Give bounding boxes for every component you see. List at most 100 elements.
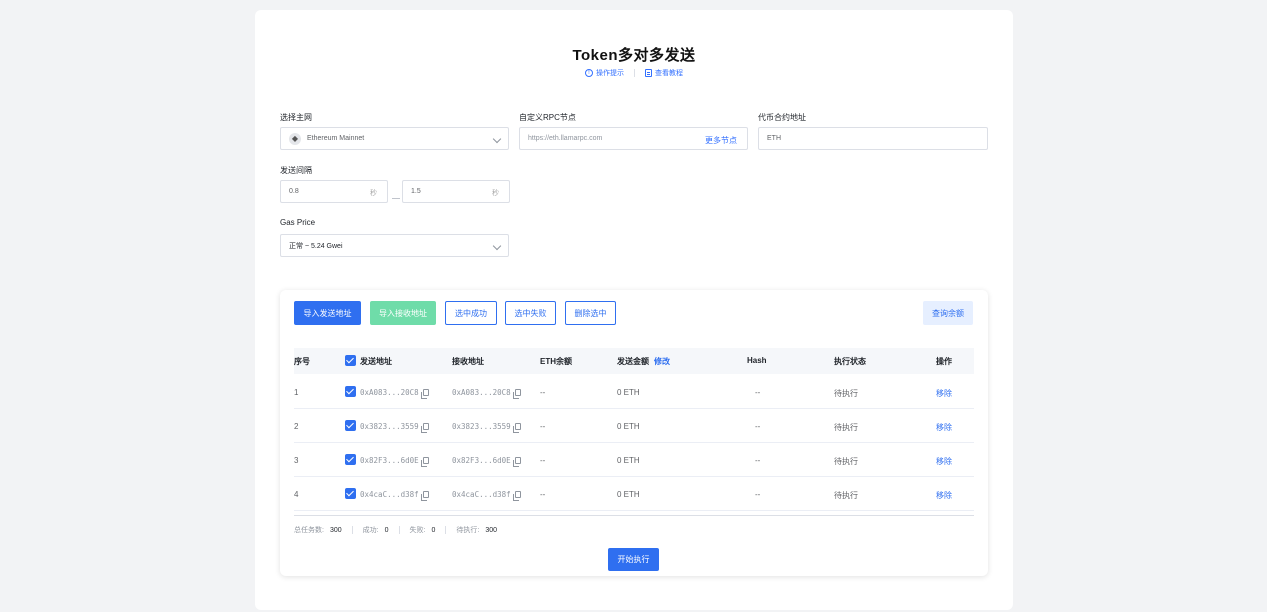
send-amount: 0 ETH [617, 422, 640, 431]
import-receive-button[interactable]: 导入接收地址 [370, 301, 436, 325]
remove-link[interactable]: 移除 [936, 422, 952, 433]
header-links: ! 操作提示 查看教程 [255, 68, 1013, 78]
copy-icon[interactable] [512, 423, 521, 433]
tips-link-label: 操作提示 [596, 70, 624, 77]
hash-value: -- [755, 388, 761, 397]
send-amount: 0 ETH [617, 388, 640, 397]
table-row: 2 0x3823...3559 0x3823...3559 -- 0 ETH -… [294, 409, 974, 443]
chevron-down-icon [492, 241, 502, 251]
send-address-text: 0xA083...20C8 [360, 388, 419, 397]
remove-link[interactable]: 移除 [936, 456, 952, 467]
gas-price-label: Gas Price [280, 218, 316, 227]
receive-address: 0x3823...3559 [452, 422, 521, 433]
divider [634, 69, 635, 77]
check-balance-button[interactable]: 查询余额 [923, 301, 973, 325]
rpc-label: 自定义RPC节点 [519, 113, 576, 122]
divider [445, 526, 447, 534]
import-send-button[interactable]: 导入发送地址 [294, 301, 361, 325]
send-address-text: 0x82F3...6d0E [360, 456, 419, 465]
table-scrollbar[interactable] [294, 515, 974, 516]
interval-max-unit: 秒 [492, 190, 499, 197]
col-send-address: 发送地址 [360, 357, 392, 366]
send-address: 0x3823...3559 [360, 422, 429, 433]
contract-value: ETH [767, 135, 781, 142]
send-amount: 0 ETH [617, 490, 640, 499]
remove-link[interactable]: 移除 [936, 490, 952, 501]
main-card: Token多对多发送 ! 操作提示 查看教程 选择主网 ◆ Ethereum M… [255, 10, 1013, 610]
row-checkbox[interactable] [345, 386, 356, 397]
divider [398, 526, 400, 534]
col-index: 序号 [294, 357, 310, 366]
gas-price-select[interactable]: 正常 ~ 5.24 Gwei [280, 234, 509, 257]
copy-icon[interactable] [420, 457, 429, 467]
start-button[interactable]: 开始执行 [608, 548, 659, 571]
copy-icon[interactable] [512, 491, 521, 501]
eth-balance: -- [540, 388, 546, 397]
pending-count: 300 [485, 526, 497, 534]
row-checkbox[interactable] [345, 454, 356, 465]
network-value: Ethereum Mainnet [307, 135, 365, 142]
status-text: 待执行 [834, 389, 858, 398]
row-index: 3 [294, 456, 299, 465]
row-checkbox[interactable] [345, 488, 356, 499]
ethereum-icon: ◆ [289, 132, 301, 145]
copy-icon[interactable] [512, 389, 521, 399]
table-row: 4 0x4caC...d38f 0x4caC...d38f -- 0 ETH -… [294, 477, 974, 511]
select-failed-button[interactable]: 选中失败 [505, 301, 556, 325]
tips-link[interactable]: ! 操作提示 [585, 68, 624, 78]
col-receive-address: 接收地址 [452, 357, 484, 366]
interval-min-unit: 秒 [370, 190, 377, 197]
total-count: 300 [329, 526, 342, 534]
rpc-input[interactable]: https://eth.llamarpc.com 更多节点 [519, 127, 748, 150]
failed-label: 失败: [409, 527, 426, 534]
gas-price-value: 正常 ~ 5.24 Gwei [289, 242, 343, 250]
send-address: 0x82F3...6d0E [360, 456, 429, 467]
hash-value: -- [755, 490, 761, 499]
hash-value: -- [755, 456, 761, 465]
row-index: 2 [294, 422, 299, 431]
interval-max-input[interactable]: 1.5 秒 [402, 180, 510, 203]
receive-address: 0x82F3...6d0E [452, 456, 521, 467]
select-success-button[interactable]: 选中成功 [445, 301, 497, 325]
hash-value: -- [755, 422, 761, 431]
eth-balance: -- [540, 490, 546, 499]
network-select[interactable]: ◆ Ethereum Mainnet [280, 127, 509, 150]
failed-count: 0 [431, 526, 436, 534]
eth-balance: -- [540, 422, 546, 431]
range-separator [392, 198, 400, 199]
receive-address-text: 0xA083...20C8 [452, 388, 511, 397]
table-header: 序号 发送地址 接收地址 ETH余额 发送金额 修改 Hash 执行状态 操作 [294, 348, 974, 374]
status-text: 待执行 [834, 457, 858, 466]
copy-icon[interactable] [512, 457, 521, 467]
col-eth-balance: ETH余额 [540, 357, 572, 366]
rpc-placeholder: https://eth.llamarpc.com [528, 135, 603, 142]
receive-address-text: 0x4caC...d38f [452, 490, 511, 499]
contract-input[interactable]: ETH [758, 127, 988, 150]
edit-amount-link[interactable]: 修改 [654, 356, 670, 367]
copy-icon[interactable] [420, 389, 429, 399]
col-amount: 发送金额 [617, 357, 649, 366]
document-icon [645, 69, 652, 77]
delete-selected-button[interactable]: 删除选中 [565, 301, 616, 325]
copy-icon[interactable] [420, 491, 429, 501]
tutorial-link[interactable]: 查看教程 [645, 68, 683, 78]
col-hash: Hash [747, 356, 767, 365]
row-index: 1 [294, 388, 299, 397]
receive-address-text: 0x3823...3559 [452, 422, 511, 431]
interval-min-input[interactable]: 0.8 秒 [280, 180, 388, 203]
row-checkbox[interactable] [345, 420, 356, 431]
send-address: 0x4caC...d38f [360, 490, 429, 501]
contract-label: 代币合约地址 [758, 113, 806, 122]
remove-link[interactable]: 移除 [936, 388, 952, 399]
tutorial-link-label: 查看教程 [655, 70, 683, 77]
network-label: 选择主网 [280, 113, 312, 122]
send-address-text: 0x3823...3559 [360, 422, 419, 431]
more-nodes-link[interactable]: 更多节点 [705, 135, 737, 146]
col-action: 操作 [936, 357, 952, 366]
interval-min-value: 0.8 [289, 188, 299, 195]
copy-icon[interactable] [420, 423, 429, 433]
status-text: 待执行 [834, 423, 858, 432]
receive-address: 0xA083...20C8 [452, 388, 521, 399]
select-all-checkbox[interactable] [345, 355, 356, 366]
send-address-text: 0x4caC...d38f [360, 490, 419, 499]
